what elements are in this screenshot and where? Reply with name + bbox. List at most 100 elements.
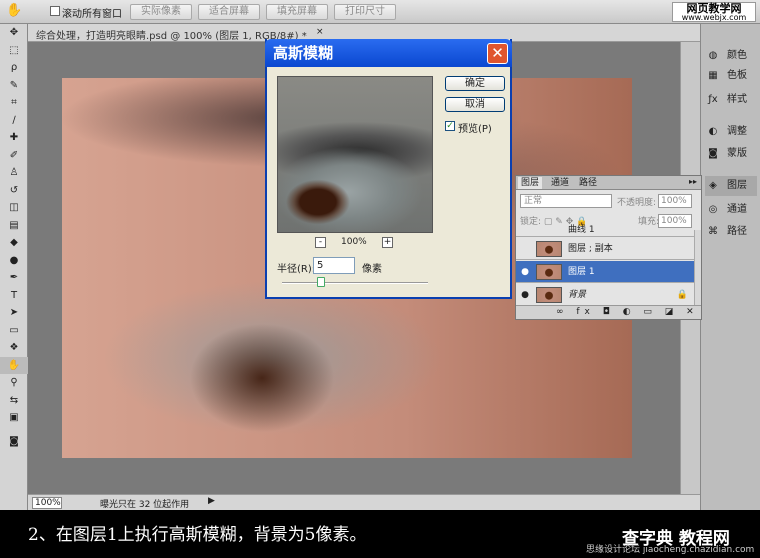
eye-icon[interactable]: ● [518, 265, 532, 279]
preview-zoom-value: 100% [341, 237, 367, 247]
blur-tool-icon[interactable]: ◆ [0, 234, 28, 252]
layer-row-copy[interactable]: 图层 ; 副本 [516, 238, 696, 260]
dock-item-swatches[interactable]: ▦ 色板 [705, 66, 757, 86]
watermark-link: jiaocheng.chazidian.com [642, 545, 755, 555]
layer-row-layer1[interactable]: ● 图层 1 [516, 261, 696, 283]
layers-panel: 图层 通道 路径 ▸▸ 正常 不透明度: 100% 锁定: ▢ ✎ ✥ 🔒 填充… [515, 175, 702, 320]
eye-icon[interactable]: ● [518, 288, 532, 302]
status-bar: 100% 曝光只在 32 位起作用 ▶ [28, 494, 700, 510]
fill-screen-button[interactable]: 填充屏幕 [266, 4, 328, 20]
dock-item-label: 调整 [727, 126, 747, 137]
tab-paths[interactable]: 路径 [576, 177, 600, 189]
dock-item-styles[interactable]: ƒx 样式 [705, 90, 757, 110]
dock-item-channels[interactable]: ◎ 通道 [705, 200, 757, 220]
dialog-titlebar[interactable]: 高斯模糊 ✕ [265, 39, 512, 67]
path-select-icon[interactable]: ➤ [0, 304, 28, 322]
layer-row-curves[interactable]: 曲线 1 [516, 223, 696, 237]
zoom-tool-icon[interactable]: ⚲ [0, 374, 28, 392]
cancel-button[interactable]: 取消 [445, 97, 505, 112]
layer-row-background[interactable]: ● 背景 🔒 [516, 284, 696, 306]
photoshop-window: ✋ 滚动所有窗口 实际像素 适合屏幕 填充屏幕 打印尺寸 网页教学网 www.w… [0, 0, 760, 510]
layer-name: 曲线 1 [568, 225, 595, 235]
masks-icon: ◙ [708, 148, 718, 159]
zoom-field[interactable]: 100% [32, 497, 62, 509]
swatches-icon: ▦ [708, 70, 718, 81]
eraser-icon[interactable]: ◫ [0, 199, 28, 217]
dock-item-label: 路径 [727, 226, 747, 237]
close-icon[interactable]: ✕ [487, 43, 508, 64]
healing-brush-icon[interactable]: ✚ [0, 129, 28, 147]
zoom-in-button[interactable]: + [382, 237, 393, 248]
ok-button[interactable]: 确定 [445, 76, 505, 91]
layer-name: 背景 [568, 290, 587, 300]
gradient-tool-icon[interactable]: ▤ [0, 217, 28, 235]
layers-panel-tabs: 图层 通道 路径 ▸▸ [516, 176, 701, 190]
brush-tool-icon[interactable]: ✐ [0, 147, 28, 165]
type-tool-icon[interactable]: T [0, 287, 28, 305]
scroll-all-checkbox[interactable] [50, 6, 60, 16]
print-size-button[interactable]: 打印尺寸 [334, 4, 396, 20]
blend-mode-select[interactable]: 正常 [520, 194, 612, 208]
scroll-all-label: 滚动所有窗口 [62, 9, 122, 20]
slider-thumb[interactable] [317, 277, 326, 287]
dock-item-color[interactable]: ◍ 颜色 [705, 46, 757, 66]
layers-scrollbar[interactable] [694, 230, 701, 306]
pen-tool-icon[interactable]: ✒ [0, 269, 28, 287]
dock-item-paths[interactable]: ⌘ 路径 [705, 222, 757, 242]
swap-colors-icon[interactable]: ⇆ [0, 392, 28, 410]
tab-layers[interactable]: 图层 [518, 177, 543, 189]
visibility-icon[interactable] [518, 242, 532, 256]
color-icon: ◍ [708, 50, 718, 61]
hand-icon[interactable]: ✋ [6, 3, 22, 18]
eyedropper-icon[interactable]: ∕ [0, 112, 28, 130]
status-menu-arrow-icon[interactable]: ▶ [208, 496, 215, 506]
preview-zoom-row: - 100% + [315, 237, 395, 251]
radius-slider[interactable] [282, 277, 428, 287]
color-swatches-icon[interactable]: ▣ [0, 409, 28, 433]
crop-tool-icon[interactable]: ⌗ [0, 94, 28, 112]
shape-tool-icon[interactable]: ▭ [0, 322, 28, 340]
adjustments-icon: ◐ [708, 126, 718, 137]
quick-mask-icon[interactable]: ◙ [0, 433, 28, 451]
close-tab-icon[interactable]: × [316, 27, 324, 37]
move-tool-icon[interactable]: ✥ [0, 24, 28, 42]
opacity-label: 不透明度: [617, 198, 657, 208]
lasso-tool-icon[interactable]: ρ [0, 59, 28, 77]
collapse-icon[interactable]: ▸▸ [689, 177, 697, 186]
dodge-tool-icon[interactable]: ● [0, 252, 28, 270]
opacity-field[interactable]: 100% [658, 194, 692, 208]
blur-preview[interactable] [277, 76, 433, 233]
status-text: 曝光只在 32 位起作用 [100, 500, 190, 510]
clone-stamp-icon[interactable]: ♙ [0, 164, 28, 182]
tab-channels[interactable]: 通道 [548, 177, 572, 189]
brand-logo: 网页教学网 www.webjx.com [672, 2, 756, 22]
layers-footer[interactable]: ∞ fx ◘ ◐ ▭ ◪ ✕ [516, 305, 701, 319]
preview-checkbox[interactable]: ✓ [445, 121, 455, 131]
dock-item-masks[interactable]: ◙ 蒙版 [705, 144, 757, 164]
history-brush-icon[interactable]: ↺ [0, 182, 28, 200]
channels-icon: ◎ [708, 204, 718, 215]
hand-tool-icon[interactable]: ✋ [0, 356, 28, 374]
step-caption: 2、在图层1上执行高斯模糊，背景为5像素。 [28, 525, 367, 545]
dock-item-label: 图层 [727, 180, 747, 191]
paths-icon: ⌘ [708, 226, 718, 237]
actual-pixels-button[interactable]: 实际像素 [130, 4, 192, 20]
marquee-tool-icon[interactable]: ⬚ [0, 42, 28, 60]
fit-screen-button[interactable]: 适合屏幕 [198, 4, 260, 20]
layer-thumbnail [536, 287, 562, 303]
radius-input[interactable]: 5 [313, 257, 355, 274]
styles-icon: ƒx [708, 94, 718, 105]
quick-select-icon[interactable]: ✎ [0, 77, 28, 95]
3d-tool-icon[interactable]: ❖ [0, 339, 28, 357]
dock-item-label: 蒙版 [727, 148, 747, 159]
preview-label: 预览(P) [458, 124, 492, 135]
brand-url: www.webjx.com [681, 13, 747, 22]
dock-item-adjustments[interactable]: ◐ 调整 [705, 122, 757, 142]
layer-name: 图层 ; 副本 [568, 244, 613, 254]
layers-icon: ◈ [709, 180, 717, 191]
blend-row: 正常 不透明度: 100% [520, 194, 698, 208]
watermark-prefix: 思缘设计论坛 [586, 545, 641, 555]
dock-item-layers[interactable]: ◈ 图层 [705, 176, 757, 196]
zoom-out-button[interactable]: - [315, 237, 326, 248]
lock-icon: 🔒 [676, 290, 688, 300]
